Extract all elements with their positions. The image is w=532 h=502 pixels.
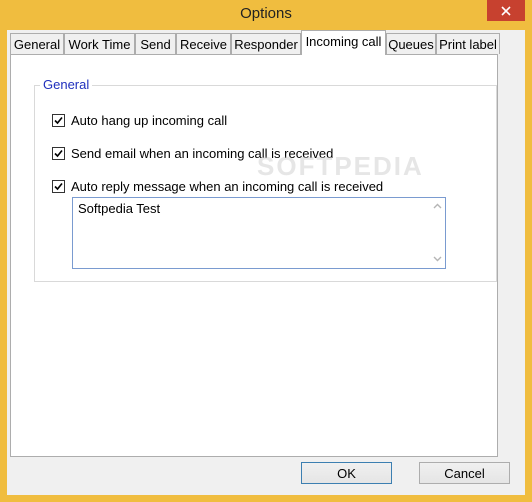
auto-hang-up-label: Auto hang up incoming call (71, 113, 228, 128)
auto-hang-up-checkbox[interactable] (52, 114, 65, 127)
tab-print-label[interactable]: Print label (436, 33, 500, 54)
window-title: Options (240, 5, 292, 22)
tab-incoming-call[interactable]: Incoming call (301, 30, 386, 55)
auto-reply-checkbox[interactable] (52, 180, 65, 193)
cancel-button[interactable]: Cancel (419, 462, 510, 484)
reply-message-text: Softpedia Test (78, 201, 161, 216)
softpedia-watermark: SOFTPEDIA (257, 151, 424, 181)
tab-queues[interactable]: Queues (386, 33, 436, 54)
checkmark-icon (54, 182, 63, 191)
tab-send[interactable]: Send (135, 33, 176, 54)
checkmark-icon (54, 116, 63, 125)
tab-responder[interactable]: Responder (231, 33, 301, 54)
options-dialog: Options General Work Time Send Receive R… (0, 0, 532, 502)
tab-work-time[interactable]: Work Time (64, 33, 135, 54)
reply-message-textarea[interactable]: Softpedia Test (72, 197, 446, 269)
checkmark-icon (54, 149, 63, 158)
textarea-scrollbar[interactable] (429, 198, 445, 268)
close-button[interactable] (487, 0, 525, 21)
tab-receive[interactable]: Receive (176, 33, 231, 54)
groupbox-title: General (40, 77, 93, 92)
tab-strip: General Work Time Send Receive Responder… (10, 30, 522, 55)
tab-general[interactable]: General (10, 33, 64, 54)
scroll-up-icon[interactable] (432, 201, 442, 211)
send-email-checkbox[interactable] (52, 147, 65, 160)
incoming-call-panel: General Auto hang up incoming call Send … (10, 54, 498, 457)
title-bar[interactable]: Options (0, 0, 532, 30)
scroll-down-icon[interactable] (432, 254, 442, 264)
auto-hang-up-option[interactable]: Auto hang up incoming call (52, 113, 227, 128)
close-icon (501, 5, 511, 16)
ok-button[interactable]: OK (301, 462, 392, 484)
dialog-client-area: General Work Time Send Receive Responder… (7, 30, 525, 495)
